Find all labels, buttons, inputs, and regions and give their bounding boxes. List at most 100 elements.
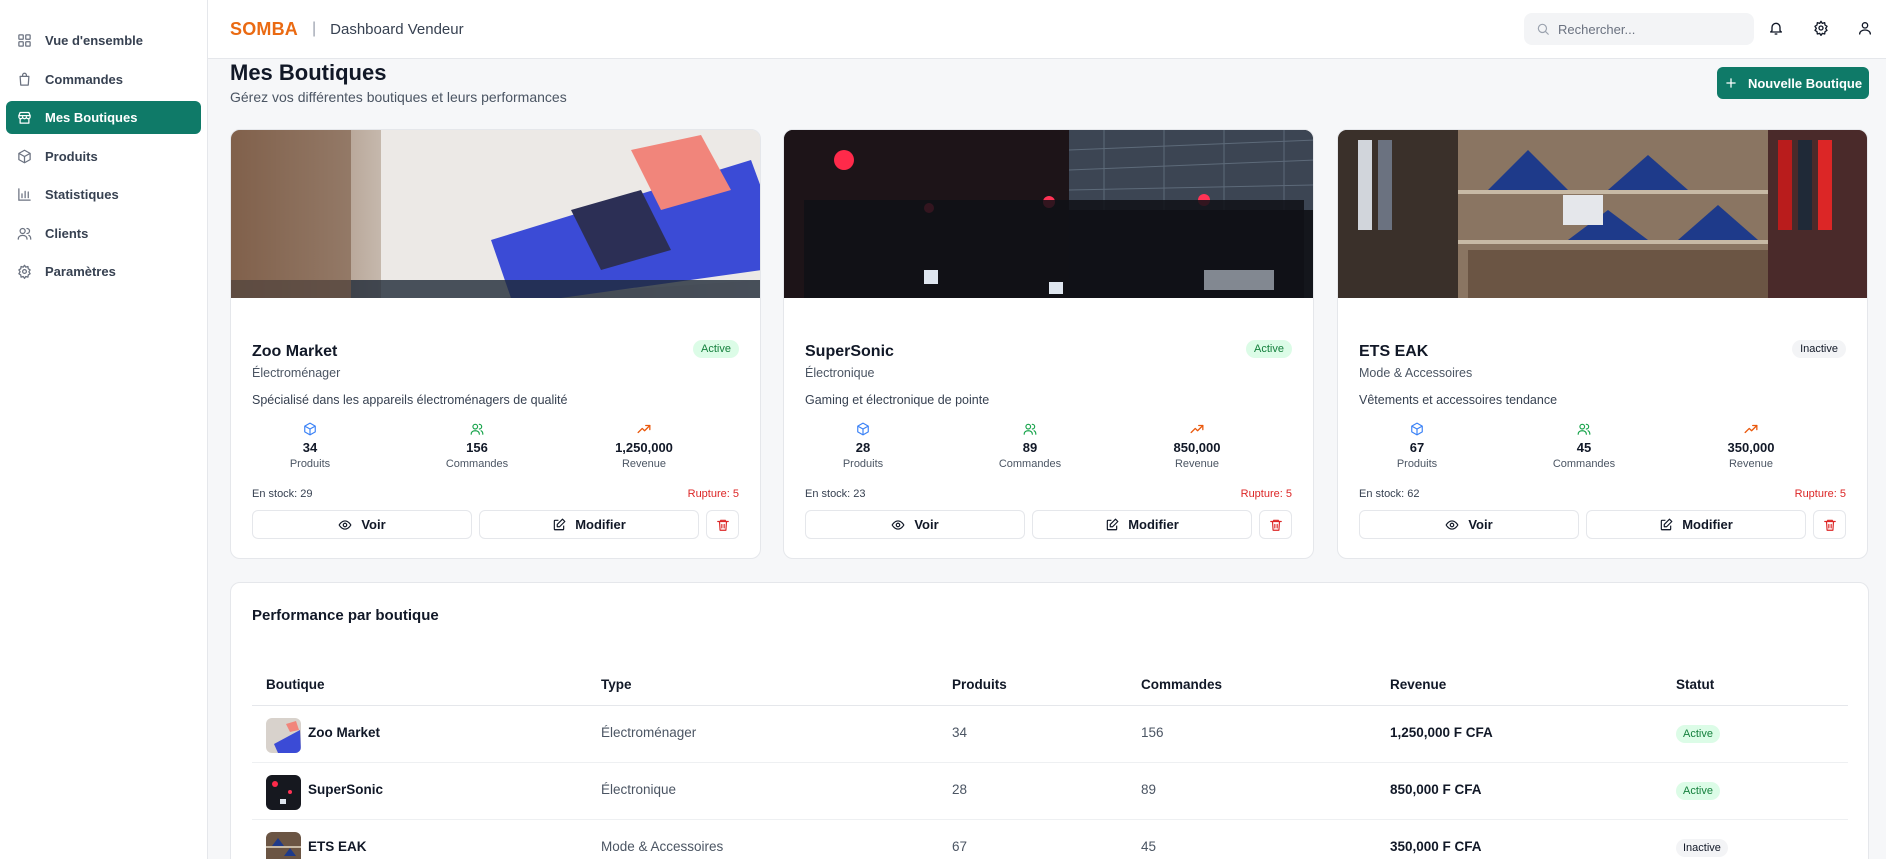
delete-button[interactable] [1813,510,1846,539]
delete-button[interactable] [706,510,739,539]
brand-logo[interactable]: SOMBA [230,19,298,40]
cell-products: 67 [952,839,968,854]
cell-type: Électronique [601,782,677,797]
stat-value: 34 [302,440,318,455]
view-label: Voir [914,517,939,532]
cell-type: Électroménager [601,725,697,740]
sidebar-item-label: Vue d'ensemble [45,33,143,48]
shop-thumbnail [266,718,301,753]
view-button[interactable]: Voir [1359,510,1579,539]
shop-image [784,130,1313,298]
box-icon [1410,422,1424,436]
user-icon[interactable] [1857,20,1874,37]
shop-description: Gaming et électronique de pointe [805,393,990,407]
performance-panel: Performance par boutique Boutique Type P… [230,582,1869,859]
stat-value: 89 [1022,440,1038,455]
view-button[interactable]: Voir [805,510,1025,539]
cell-revenue: 350,000 F CFA [1390,839,1482,854]
edit-icon [552,518,566,532]
edit-label: Modifier [575,517,626,532]
edit-button[interactable]: Modifier [1032,510,1252,539]
edit-button[interactable]: Modifier [479,510,699,539]
table-row[interactable]: Zoo Market Électroménager 34 156 1,250,0… [252,706,1848,763]
stat-label: Produits [1396,458,1438,470]
sidebar-item-label: Paramètres [45,264,116,279]
search-box[interactable] [1524,13,1754,45]
trash-icon [716,518,730,532]
shop-description: Vêtements et accessoires tendance [1359,393,1558,407]
users-icon [1577,422,1591,436]
sidebar-item-clients[interactable]: Clients [6,217,201,250]
search-input[interactable] [1558,21,1738,37]
trending-up-icon [1190,422,1204,436]
sidebar-item-label: Statistiques [45,187,119,202]
sidebar-item-label: Commandes [45,71,124,87]
sidebar-item-settings[interactable]: Paramètres [6,255,201,288]
shop-type: Électronique [805,366,875,380]
stat-label: Commandes [1552,458,1616,470]
stat-orders: 45 Commandes [1524,422,1644,470]
bell-icon[interactable] [1768,20,1785,37]
shop-card-ets-eak: ETS EAK Inactive Mode & Accessoires Vête… [1337,129,1868,559]
shop-name: SuperSonic [805,343,894,360]
bar-chart-icon [17,187,32,202]
cell-shop-name: SuperSonic [308,782,384,797]
stock-count: En stock: 29 [252,488,313,500]
stat-orders: 156 Commandes [417,422,537,470]
edit-label: Modifier [1682,517,1733,532]
stat-value: 45 [1576,440,1592,455]
stat-revenue: 1,250,000 Revenue [584,422,704,470]
sidebar-item-statistics[interactable]: Statistiques [6,178,201,211]
stat-value: 67 [1409,440,1425,455]
stat-label: Commandes [998,458,1062,470]
sidebar-item-label: Produits [45,148,98,164]
stat-label: Produits [842,458,884,470]
status-badge: Inactive [1676,839,1728,857]
plus-icon [1724,76,1738,90]
cell-orders: 45 [1141,839,1157,854]
sidebar-item-products[interactable]: Produits [6,140,201,173]
panel-title: Performance par boutique [252,607,439,624]
shop-card-supersonic: SuperSonic Active Électronique Gaming et… [783,129,1314,559]
new-shop-button[interactable]: Nouvelle Boutique [1717,67,1869,99]
status-badge: Active [693,340,739,358]
sidebar-item-overview[interactable]: Vue d'ensemble [6,24,201,57]
sidebar-item-label: Mes Boutiques [45,110,138,125]
sidebar-item-shops[interactable]: Mes Boutiques [6,101,201,134]
sidebar-item-orders[interactable]: Commandes [6,63,201,96]
table-row[interactable]: ETS EAK Mode & Accessoires 67 45 350,000… [252,820,1848,859]
shop-description: Spécialisé dans les appareils électromén… [252,393,568,407]
column-header: Revenue [1390,677,1447,692]
cell-products: 34 [952,725,968,740]
shop-type: Électroménager [252,366,341,380]
cell-type: Mode & Accessoires [601,839,724,854]
stat-revenue: 350,000 Revenue [1691,422,1811,470]
eye-icon [891,518,905,532]
view-button[interactable]: Voir [252,510,472,539]
stat-label: Revenue [1174,458,1220,470]
shop-name: ETS EAK [1359,343,1429,360]
trash-icon [1823,518,1837,532]
new-shop-label: Nouvelle Boutique [1747,75,1863,91]
status-badge: Active [1246,340,1292,358]
column-header: Commandes [1141,677,1223,692]
table-row[interactable]: SuperSonic Électronique 28 89 850,000 F … [252,763,1848,820]
bag-icon [17,72,32,87]
header-subtitle: Dashboard Vendeur [330,20,464,38]
view-label: Voir [1468,517,1493,532]
edit-button[interactable]: Modifier [1586,510,1806,539]
cell-orders: 89 [1141,782,1157,797]
box-icon [856,422,870,436]
store-icon [17,110,32,125]
delete-button[interactable] [1259,510,1292,539]
stat-products: 34 Produits [250,422,370,470]
edit-icon [1659,518,1673,532]
column-header: Type [601,677,632,692]
top-header: SOMBA | Dashboard Vendeur [208,0,1886,59]
box-icon [17,149,32,164]
shop-thumbnail [266,775,301,810]
eye-icon [1445,518,1459,532]
column-header: Boutique [266,677,325,692]
gear-icon[interactable] [1813,20,1830,37]
status-badge: Active [1676,782,1720,800]
